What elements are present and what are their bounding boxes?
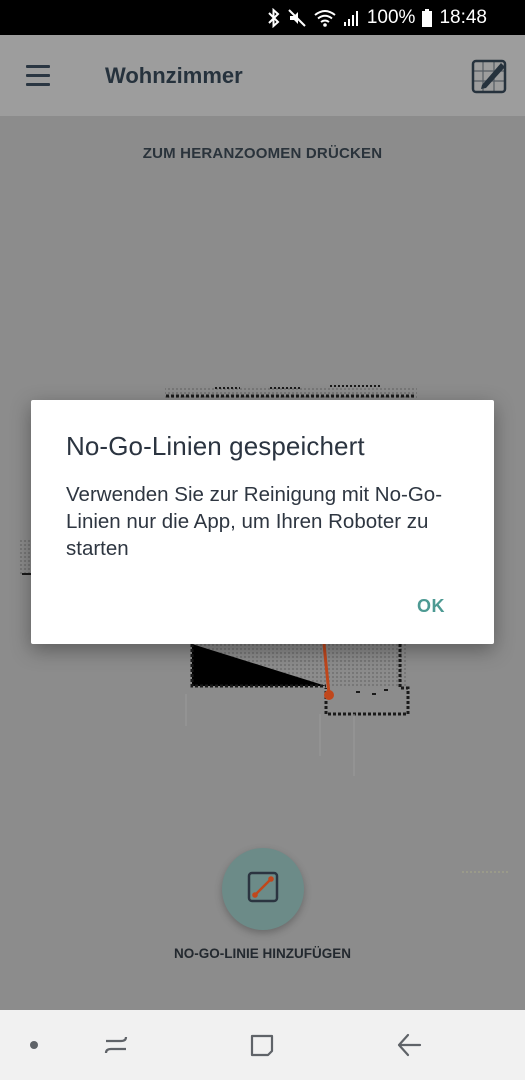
dialog-message: Verwenden Sie zur Reinigung mit No-Go-Li… (66, 483, 443, 560)
nogo-line-icon (247, 871, 279, 908)
dialog-title: No-Go-Linien gespeichert (66, 431, 365, 461)
battery-percentage: 100% (366, 6, 416, 28)
recent-apps-icon[interactable] (96, 1010, 136, 1080)
hamburger-menu-icon[interactable] (26, 65, 54, 87)
status-bar: 100% 18:48 (0, 0, 525, 35)
battery-icon (421, 8, 433, 28)
app-bar: Wohnzimmer (0, 35, 525, 116)
ok-button[interactable]: OK (401, 590, 461, 622)
back-icon[interactable] (389, 1010, 429, 1080)
wifi-icon (313, 8, 337, 28)
signal-icon (343, 8, 359, 28)
confirmation-dialog: No-Go-Linien gespeichert Verwenden Sie z… (31, 400, 494, 644)
home-icon[interactable] (242, 1010, 282, 1080)
bluetooth-icon (267, 7, 281, 28)
navigation-bar (0, 1010, 525, 1080)
dot-icon[interactable] (14, 1010, 54, 1080)
mute-icon (287, 8, 307, 28)
page-title: Wohnzimmer (105, 63, 243, 88)
add-nogo-line-label: NO-GO-LINIE HINZUFÜGEN (174, 946, 351, 961)
add-nogo-line-button[interactable] (222, 848, 304, 930)
clock: 18:48 (439, 6, 487, 28)
edit-map-icon[interactable] (470, 57, 508, 95)
